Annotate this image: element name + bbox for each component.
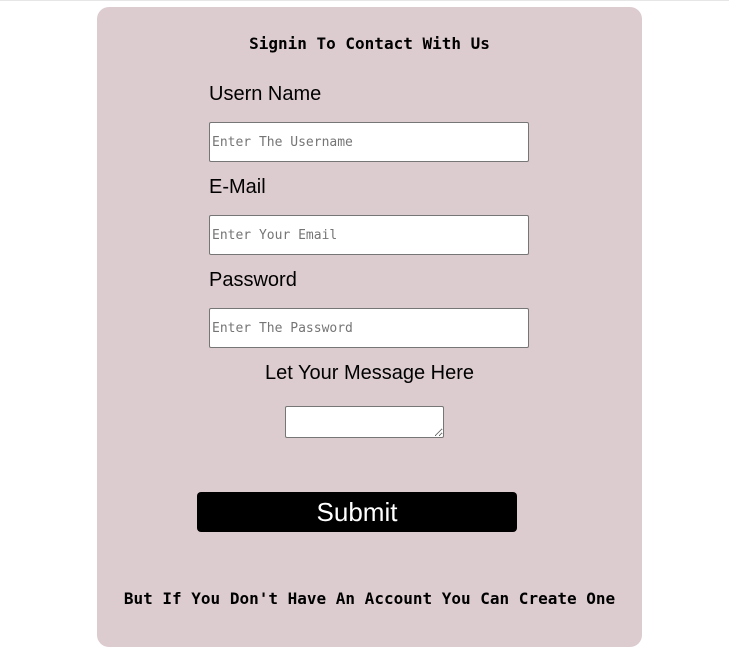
message-label: Let Your Message Here bbox=[264, 362, 475, 384]
signin-card: Signin To Contact With Us Usern Name E-M… bbox=[97, 7, 642, 647]
email-label: E-Mail bbox=[209, 176, 266, 198]
top-divider bbox=[0, 0, 729, 1]
message-textarea[interactable] bbox=[285, 406, 444, 438]
username-label: Usern Name bbox=[209, 83, 322, 105]
email-input[interactable] bbox=[209, 215, 529, 255]
password-input[interactable] bbox=[209, 308, 529, 348]
submit-button[interactable]: Submit bbox=[197, 492, 517, 532]
username-input[interactable] bbox=[209, 122, 529, 162]
password-label: Password bbox=[209, 269, 297, 291]
create-account-text: But If You Don't Have An Account You Can… bbox=[123, 589, 616, 608]
form-title: Signin To Contact With Us bbox=[249, 34, 490, 53]
